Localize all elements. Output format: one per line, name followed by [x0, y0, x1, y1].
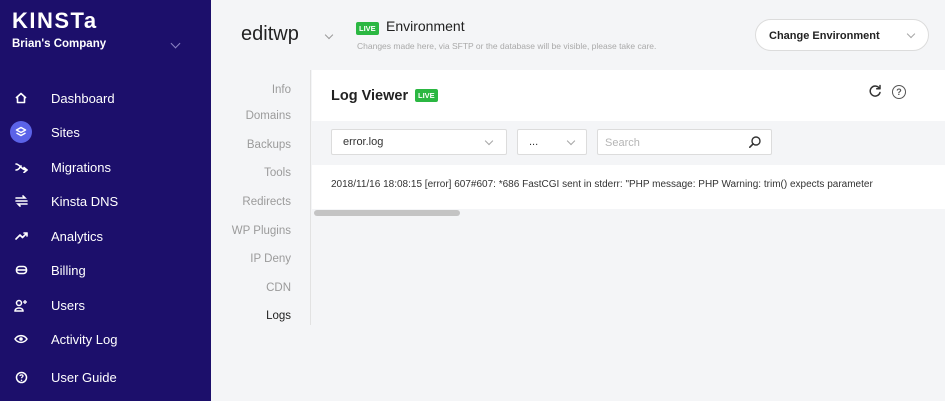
question-icon — [10, 366, 32, 388]
sidebar-item-label: Billing — [51, 262, 86, 278]
site-name: editwp — [241, 23, 299, 45]
live-badge: LIVE — [415, 89, 438, 102]
kinsta-logo[interactable]: KINSTa — [12, 10, 106, 32]
sidebar-item-dns[interactable]: Kinsta DNS — [0, 186, 211, 216]
live-badge: LIVE — [356, 22, 379, 35]
subnav-ip-deny[interactable]: IP Deny — [214, 253, 291, 265]
layers-icon — [10, 121, 32, 143]
analytics-icon — [10, 225, 32, 247]
billing-icon — [10, 259, 32, 281]
sidebar-item-user-guide[interactable]: User Guide — [0, 362, 211, 392]
subnav-info[interactable]: Info — [214, 84, 291, 96]
subnav-redirects[interactable]: Redirects — [214, 196, 291, 208]
search-input[interactable] — [605, 134, 745, 151]
subnav-logs[interactable]: Logs — [214, 310, 291, 322]
subnav-tools[interactable]: Tools — [214, 167, 291, 179]
dns-icon — [10, 190, 32, 212]
chevron-down-icon — [484, 136, 494, 146]
help-icon[interactable]: ? — [892, 85, 906, 99]
change-environment-button[interactable]: Change Environment — [755, 19, 929, 51]
sidebar-item-label: Analytics — [51, 228, 104, 244]
log-search — [597, 129, 772, 155]
change-environment-label: Change Environment — [769, 30, 880, 42]
log-line: 2018/11/16 18:08:15 [error] 607#607: *68… — [331, 179, 873, 190]
environment-description: Changes made here, via SFTP or the datab… — [357, 41, 657, 51]
sidebar-item-billing[interactable]: Billing — [0, 255, 211, 285]
subnav-divider — [310, 70, 311, 325]
search-icon[interactable] — [748, 135, 762, 149]
log-toolbar: error.log ... — [312, 121, 945, 165]
sidebar-item-users[interactable]: Users — [0, 290, 211, 320]
migrations-icon — [10, 156, 32, 178]
horizontal-scrollbar[interactable] — [312, 209, 945, 218]
chevron-down-icon — [906, 29, 916, 39]
subnav-backups[interactable]: Backups — [214, 139, 291, 151]
sidebar-item-label: User Guide — [51, 369, 117, 385]
scrollbar-thumb[interactable] — [314, 210, 460, 216]
sidebar-item-label: Kinsta DNS — [51, 193, 119, 209]
sidebar-item-label: Users — [51, 297, 85, 313]
subnav-wp-plugins[interactable]: WP Plugins — [214, 225, 291, 237]
sidebar-item-label: Sites — [51, 124, 80, 140]
home-icon — [10, 87, 32, 109]
refresh-icon[interactable] — [865, 84, 885, 104]
eye-icon — [10, 328, 32, 350]
chevron-down-icon[interactable] — [324, 30, 334, 40]
log-lines-value: ... — [529, 136, 539, 148]
log-lines-select[interactable]: ... — [517, 129, 587, 155]
log-viewer-panel: Log Viewer LIVE ? error.log ... 2018/11/… — [312, 70, 945, 218]
company-name[interactable]: Brian's Company — [12, 38, 106, 50]
chevron-down-icon[interactable] — [170, 38, 181, 49]
panel-title: Log Viewer — [331, 88, 409, 104]
sidebar-item-analytics[interactable]: Analytics — [0, 221, 211, 251]
sidebar: KINSTa Brian's Company Dashboard Sites M… — [0, 0, 211, 401]
subnav-cdn[interactable]: CDN — [214, 282, 291, 294]
sidebar-item-activity-log[interactable]: Activity Log — [0, 324, 211, 354]
users-icon — [10, 294, 32, 316]
sidebar-item-label: Dashboard — [51, 90, 115, 106]
sidebar-item-label: Migrations — [51, 159, 111, 175]
chevron-down-icon — [566, 136, 576, 146]
brand: KINSTa Brian's Company — [12, 10, 106, 51]
log-file-select[interactable]: error.log — [331, 129, 507, 155]
sidebar-item-dashboard[interactable]: Dashboard — [0, 83, 211, 113]
sidebar-item-sites[interactable]: Sites — [0, 117, 211, 147]
environment-title: Environment — [386, 18, 465, 34]
sidebar-item-label: Activity Log — [51, 331, 118, 347]
sidebar-item-migrations[interactable]: Migrations — [0, 152, 211, 182]
subnav-domains[interactable]: Domains — [214, 110, 291, 122]
log-file-value: error.log — [343, 136, 384, 148]
